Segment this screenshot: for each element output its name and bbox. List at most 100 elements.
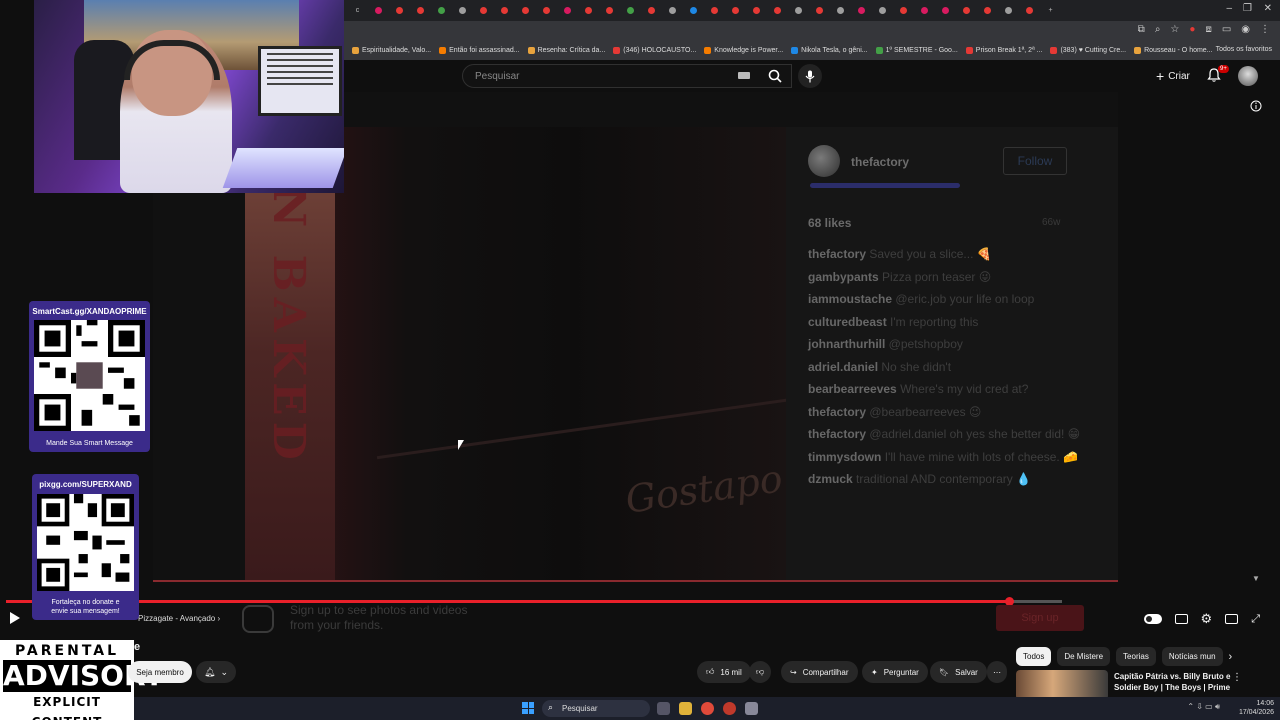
settings-app-icon[interactable] bbox=[745, 702, 758, 715]
bookmark-icon: 🔖︎ bbox=[939, 667, 950, 677]
chip[interactable]: De Mistere bbox=[1057, 647, 1111, 666]
browser-tab[interactable] bbox=[831, 3, 850, 18]
bookmark[interactable]: Espiritualidade, Valo... bbox=[352, 47, 431, 54]
bookmark[interactable]: Resenha: Crítica da... bbox=[527, 47, 605, 54]
browser-tab[interactable] bbox=[936, 3, 955, 18]
browser-tab[interactable] bbox=[516, 3, 535, 18]
star-icon[interactable]: ☆ bbox=[1170, 24, 1179, 35]
puzzle-icon[interactable]: ⧈ bbox=[1205, 24, 1211, 35]
dislike-button[interactable]: 👎︎ bbox=[749, 661, 772, 683]
tray-icons[interactable]: ⌃ ⇩ ▭ 🔊︎ bbox=[1187, 702, 1220, 712]
browser-tab[interactable] bbox=[369, 3, 388, 18]
ask-button[interactable]: ✦ Perguntar bbox=[862, 661, 928, 683]
subtitles-icon[interactable] bbox=[1174, 614, 1188, 624]
account-avatar[interactable] bbox=[1238, 66, 1258, 86]
bookmark[interactable]: 1º SEMESTRE - Goo... bbox=[875, 47, 958, 54]
browser-tab[interactable]: c bbox=[348, 3, 367, 18]
qr-footer: Fortaleça no donate e envie sua mensagem… bbox=[51, 599, 120, 615]
share-button[interactable]: ↪ Compartilhar bbox=[781, 661, 858, 683]
qr-code bbox=[34, 320, 145, 431]
app-icon[interactable] bbox=[723, 702, 736, 715]
chrome-icon[interactable] bbox=[701, 702, 714, 715]
play-icon[interactable] bbox=[10, 612, 20, 624]
browser-tab[interactable] bbox=[453, 3, 472, 18]
info-icon[interactable] bbox=[1250, 100, 1262, 112]
sidebar-icon[interactable]: ▭ bbox=[1222, 24, 1231, 35]
windows-start-icon[interactable] bbox=[522, 702, 534, 714]
browser-tab[interactable] bbox=[684, 3, 703, 18]
bookmark[interactable]: (383) ♥ Cutting Cre... bbox=[1050, 47, 1126, 54]
taskbar-search[interactable]: Pesquisar bbox=[542, 700, 650, 717]
install-icon[interactable]: ⧉ bbox=[1138, 24, 1145, 35]
new-tab-icon[interactable]: + bbox=[1041, 3, 1060, 18]
chip-all[interactable]: Todos bbox=[1016, 647, 1052, 666]
close-icon[interactable]: ✕ bbox=[1264, 3, 1272, 14]
chip[interactable]: Notícias mun bbox=[1161, 647, 1223, 666]
browser-tab[interactable] bbox=[852, 3, 871, 18]
browser-tab[interactable] bbox=[978, 3, 997, 18]
maximize-icon[interactable]: ❐ bbox=[1243, 3, 1252, 14]
browser-tab[interactable] bbox=[558, 3, 577, 18]
subscription-bell-button[interactable]: 🔔︎ ⌄ bbox=[196, 661, 236, 683]
browser-tab[interactable] bbox=[726, 3, 745, 18]
join-button[interactable]: Seja membro bbox=[128, 661, 192, 683]
settings-icon[interactable]: ⚙ bbox=[1201, 611, 1213, 627]
chevron-right-icon[interactable]: › bbox=[1229, 651, 1233, 663]
fullscreen-icon[interactable]: ⤢ bbox=[1251, 613, 1260, 626]
recommended-video[interactable]: Capitão Pátria vs. Billy Bruto e Soldier… bbox=[1016, 670, 1280, 703]
profile-icon[interactable]: ◉ bbox=[1241, 24, 1250, 35]
browser-tab[interactable] bbox=[810, 3, 829, 18]
browser-tab[interactable] bbox=[747, 3, 766, 18]
create-button[interactable]: + Criar bbox=[1156, 68, 1190, 84]
browser-tab[interactable] bbox=[642, 3, 661, 18]
browser-tab[interactable] bbox=[537, 3, 556, 18]
more-vert-icon[interactable]: ⋮ bbox=[1232, 672, 1242, 683]
clock[interactable]: 14:06 17/04/2026 bbox=[1239, 699, 1274, 717]
bookmark[interactable]: Então foi assassinad... bbox=[439, 47, 520, 54]
browser-tab[interactable] bbox=[474, 3, 493, 18]
more-actions-button[interactable]: ⋯ bbox=[987, 661, 1007, 683]
search-button[interactable] bbox=[758, 64, 792, 88]
browser-tab[interactable] bbox=[894, 3, 913, 18]
all-favorites[interactable]: Todos os favoritos bbox=[1216, 46, 1272, 53]
autoplay-toggle[interactable] bbox=[1143, 614, 1162, 624]
browser-tab[interactable] bbox=[1020, 3, 1039, 18]
browser-tab[interactable] bbox=[957, 3, 976, 18]
minimize-icon[interactable]: – bbox=[1226, 3, 1232, 14]
bookmark[interactable]: Nikola Tesla, o gêni... bbox=[791, 47, 868, 54]
bookmark[interactable]: (346) HOLOCAUSTO... bbox=[613, 47, 696, 54]
rec-thumbnail[interactable] bbox=[1016, 670, 1108, 700]
browser-tab[interactable] bbox=[873, 3, 892, 18]
taskbar: Pesquisar ⌕ ⌃ ⇩ ▭ 🔊︎ 14:06 17/04/2026 bbox=[134, 697, 1280, 720]
voice-search-button[interactable] bbox=[798, 64, 822, 88]
bookmark[interactable]: Knowledge is Power... bbox=[704, 47, 783, 54]
browser-tab[interactable] bbox=[411, 3, 430, 18]
chip[interactable]: Teorias bbox=[1116, 647, 1156, 666]
browser-tab[interactable] bbox=[915, 3, 934, 18]
scroll-arrow-icon[interactable]: ▼ bbox=[1252, 574, 1260, 583]
browser-tab[interactable] bbox=[768, 3, 787, 18]
zoom-icon[interactable]: ⌕ bbox=[1155, 24, 1161, 35]
browser-tab[interactable] bbox=[663, 3, 682, 18]
browser-tab[interactable] bbox=[705, 3, 724, 18]
task-view-icon[interactable] bbox=[657, 702, 670, 715]
menu-icon[interactable]: ⋮ bbox=[1260, 24, 1270, 35]
channel-name[interactable]: e bbox=[134, 641, 140, 653]
theater-mode-icon[interactable] bbox=[1225, 614, 1239, 624]
like-button[interactable]: 👍︎ 16 mil bbox=[697, 661, 751, 683]
browser-tab[interactable] bbox=[579, 3, 598, 18]
keyboard-icon[interactable] bbox=[738, 72, 750, 79]
browser-tab[interactable] bbox=[390, 3, 409, 18]
save-button[interactable]: 🔖︎ Salvar bbox=[930, 661, 987, 683]
extension-icon[interactable]: ● bbox=[1189, 24, 1195, 35]
browser-tab[interactable] bbox=[999, 3, 1018, 18]
bookmark[interactable]: Prison Break 1ª, 2ª ... bbox=[965, 47, 1042, 54]
bookmark[interactable]: Rousseau - O home... bbox=[1134, 47, 1213, 54]
browser-tab[interactable] bbox=[621, 3, 640, 18]
browser-tab[interactable] bbox=[600, 3, 619, 18]
browser-tab[interactable] bbox=[495, 3, 514, 18]
file-explorer-icon[interactable] bbox=[679, 702, 692, 715]
browser-tab[interactable] bbox=[432, 3, 451, 18]
chapter-label[interactable]: Pizzagate - Avançado › bbox=[138, 614, 220, 623]
browser-tab[interactable] bbox=[789, 3, 808, 18]
